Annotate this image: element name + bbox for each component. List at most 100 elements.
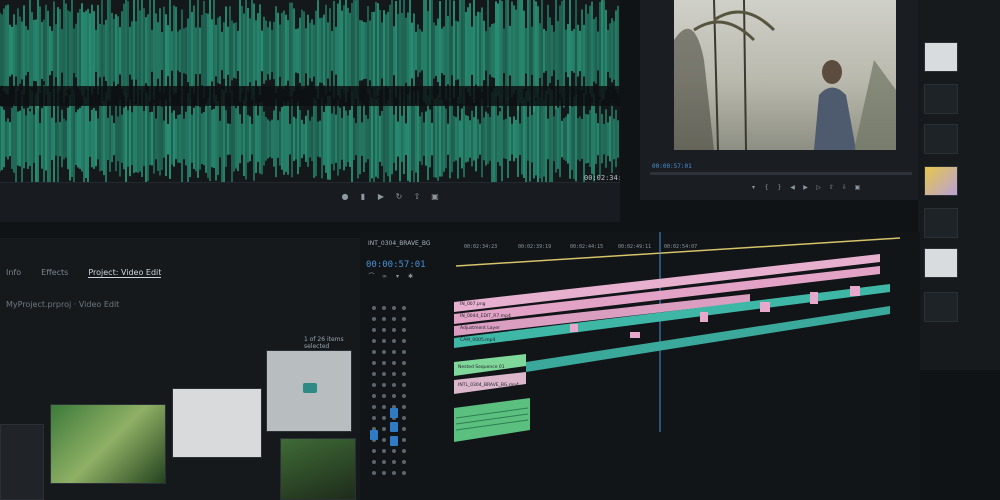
toggle-icon[interactable] [392, 470, 396, 475]
track-target-toggle[interactable] [390, 422, 398, 432]
toggle-icon[interactable] [402, 448, 406, 453]
track-header-row[interactable] [372, 368, 442, 379]
toggle-icon[interactable] [402, 415, 406, 420]
toggle-icon[interactable] [392, 382, 396, 387]
export-icon[interactable]: ⇧ [412, 192, 422, 201]
toggle-icon[interactable] [402, 360, 406, 365]
lock-icon[interactable] [382, 371, 386, 376]
lock-icon[interactable] [382, 327, 386, 332]
play-icon[interactable]: ● [340, 192, 350, 201]
toggle-icon[interactable] [392, 459, 396, 464]
timeline-clips[interactable] [450, 232, 920, 500]
lock-icon[interactable] [382, 305, 386, 310]
lift-icon[interactable]: ⇧ [828, 183, 835, 192]
track-header-row[interactable] [372, 324, 442, 335]
track-target-toggle[interactable] [370, 430, 378, 440]
eye-icon[interactable] [372, 448, 376, 453]
track-header-row[interactable] [372, 335, 442, 346]
out-icon[interactable]: } [776, 183, 783, 192]
eye-icon[interactable] [372, 305, 376, 310]
extract-icon[interactable]: ⇩ [841, 183, 848, 192]
toggle-icon[interactable] [402, 459, 406, 464]
eye-icon[interactable] [372, 338, 376, 343]
eye-icon[interactable] [372, 382, 376, 387]
marker-icon[interactable]: ▮ [358, 192, 368, 201]
media-thumbnail[interactable] [172, 388, 262, 458]
track-header-row[interactable] [372, 423, 442, 434]
track-header-row[interactable] [372, 302, 442, 313]
lock-icon[interactable] [382, 426, 386, 431]
eye-icon[interactable] [372, 316, 376, 321]
lock-icon[interactable] [382, 415, 386, 420]
track-header-row[interactable] [372, 412, 442, 423]
track-header-row[interactable] [372, 401, 442, 412]
eye-icon[interactable] [372, 371, 376, 376]
tab-effects[interactable]: Effects [41, 268, 68, 278]
toggle-icon[interactable] [402, 426, 406, 431]
bin-thumbnail[interactable] [924, 84, 958, 114]
toggle-icon[interactable] [402, 349, 406, 354]
program-scrub-bar[interactable] [650, 172, 912, 175]
track-header-row[interactable] [372, 346, 442, 357]
bin-thumbnail[interactable] [924, 208, 958, 238]
timeline-tracks[interactable]: IN_007.png IN_0044_EDIT_R7.mp4 Adjustmen… [450, 232, 920, 500]
loop-icon[interactable]: ↻ [394, 192, 404, 201]
media-thumbnail[interactable] [0, 424, 44, 500]
toggle-icon[interactable] [402, 316, 406, 321]
toggle-icon[interactable] [402, 404, 406, 409]
timeline-panel[interactable]: INT_0304_BRAVE_BG 00:00:57:01 ⌒ ∞ ▾ ✱ 00… [360, 232, 920, 500]
toggle-icon[interactable] [402, 470, 406, 475]
audio-clip-panel[interactable]: 00:02:34:22 ● ▮ ▶ ↻ ⇧ ▣ [0, 0, 620, 222]
lock-icon[interactable] [382, 349, 386, 354]
track-target-toggle[interactable] [390, 408, 398, 418]
step-back-icon[interactable]: ◀ [789, 183, 796, 192]
play-icon[interactable]: ▶ [802, 183, 809, 192]
sequence-tab[interactable]: INT_0304_BRAVE_BG [368, 240, 431, 247]
toggle-icon[interactable] [392, 327, 396, 332]
bin-thumbnail[interactable] [924, 42, 958, 72]
track-header-row[interactable] [372, 357, 442, 368]
toggle-icon[interactable] [392, 371, 396, 376]
camera-icon[interactable]: ▣ [854, 183, 861, 192]
tab-info[interactable]: Info [6, 268, 21, 278]
lock-icon[interactable] [382, 316, 386, 321]
toggle-icon[interactable] [402, 382, 406, 387]
lock-icon[interactable] [382, 437, 386, 442]
eye-icon[interactable] [372, 459, 376, 464]
track-header-row[interactable] [372, 456, 442, 467]
program-monitor[interactable]: 00:00:57:01 ▾ { } ◀ ▶ ▷ ⇧ ⇩ ▣ [640, 0, 918, 200]
lock-icon[interactable] [382, 404, 386, 409]
camera-icon[interactable]: ▣ [430, 192, 440, 201]
linked-selection-icon[interactable]: ∞ [381, 272, 388, 281]
track-header-row[interactable] [372, 379, 442, 390]
media-thumbnail[interactable] [50, 404, 166, 484]
lock-icon[interactable] [382, 459, 386, 464]
toggle-icon[interactable] [402, 338, 406, 343]
toggle-icon[interactable] [402, 393, 406, 398]
media-thumbnail[interactable] [266, 350, 352, 432]
bin-thumbnail[interactable] [924, 248, 958, 278]
track-header-row[interactable] [372, 445, 442, 456]
snap-icon[interactable]: ⌒ [368, 272, 375, 281]
toggle-icon[interactable] [392, 393, 396, 398]
tab-project[interactable]: Project: Video Edit [88, 268, 162, 278]
toggle-icon[interactable] [402, 327, 406, 332]
lock-icon[interactable] [382, 393, 386, 398]
toggle-icon[interactable] [392, 338, 396, 343]
toggle-icon[interactable] [392, 360, 396, 365]
track-header-row[interactable] [372, 467, 442, 478]
lock-icon[interactable] [382, 360, 386, 365]
eye-icon[interactable] [372, 393, 376, 398]
toggle-icon[interactable] [402, 437, 406, 442]
eye-icon[interactable] [372, 360, 376, 365]
track-header-row[interactable] [372, 434, 442, 445]
eye-icon[interactable] [372, 415, 376, 420]
marker-icon[interactable]: ▾ [750, 183, 757, 192]
lock-icon[interactable] [382, 338, 386, 343]
marker-icon[interactable]: ▾ [394, 272, 401, 281]
toggle-icon[interactable] [402, 305, 406, 310]
track-header-row[interactable] [372, 390, 442, 401]
bin-thumbnail[interactable] [924, 292, 958, 322]
settings-icon[interactable]: ✱ [407, 272, 414, 281]
track-header-row[interactable] [372, 313, 442, 324]
